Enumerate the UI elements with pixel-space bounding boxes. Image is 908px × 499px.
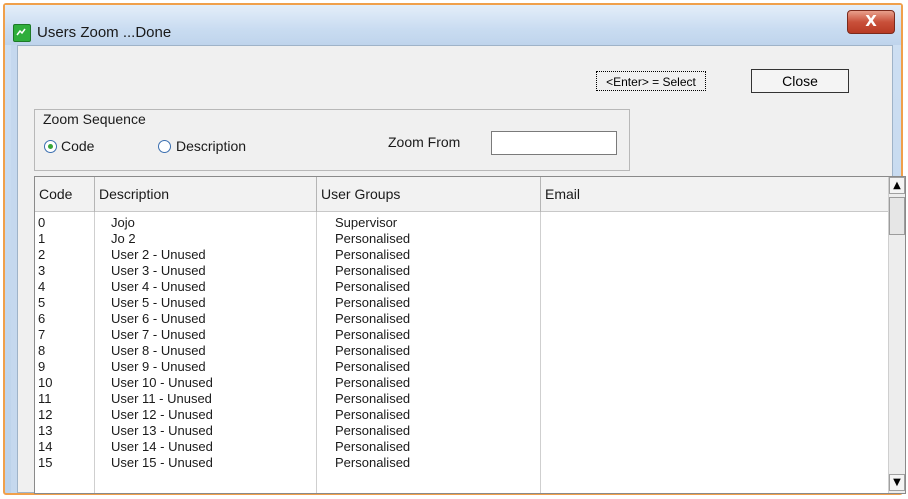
cell-user-group: Personalised (335, 423, 411, 438)
code-radio[interactable] (44, 140, 57, 153)
cell-code: 8 (38, 343, 46, 358)
cell-user-group: Personalised (335, 439, 411, 454)
grid-rows: 0 Jojo Supervisor 1 Jo 2 Personalised 2 User 2 … (35, 215, 891, 471)
cell-user-group: Personalised (335, 343, 411, 358)
scroll-thumb[interactable] (889, 197, 905, 235)
cell-description: User 2 - Unused (111, 247, 206, 262)
cell-code: 12 (38, 407, 53, 422)
table-row[interactable]: 0 Jojo Supervisor (35, 215, 891, 231)
table-row[interactable]: 14 User 14 - Unused Personalised (35, 439, 891, 455)
users-zoom-window: Users Zoom ...Done X <Enter> = Select Cl… (3, 3, 906, 495)
code-radio-label[interactable]: Code (61, 138, 94, 154)
cell-code: 14 (38, 439, 53, 454)
cell-description: Jo 2 (111, 231, 136, 246)
cell-user-group: Personalised (335, 407, 411, 422)
cell-code: 10 (38, 375, 53, 390)
table-row[interactable]: 12 User 12 - Unused Personalised (35, 407, 891, 423)
cell-code: 9 (38, 359, 46, 374)
cell-user-group: Personalised (335, 311, 411, 326)
table-row[interactable]: 6 User 6 - Unused Personalised (35, 311, 891, 327)
cell-description: User 15 - Unused (111, 455, 213, 470)
scroll-up-icon[interactable]: ▲ (889, 177, 905, 194)
users-grid[interactable]: Code Description User Groups Email 0 Jojo… (34, 176, 906, 494)
cell-user-group: Personalised (335, 391, 411, 406)
cell-description: User 8 - Unused (111, 343, 206, 358)
cell-description: User 11 - Unused (111, 391, 212, 406)
cell-user-group: Personalised (335, 359, 411, 374)
cell-description: User 12 - Unused (111, 407, 213, 422)
close-button[interactable]: Close (751, 69, 849, 93)
cell-code: 3 (38, 263, 46, 278)
cell-user-group: Personalised (335, 231, 411, 246)
cell-description: User 3 - Unused (111, 263, 206, 278)
cell-description: User 6 - Unused (111, 311, 206, 326)
cell-description: User 7 - Unused (111, 327, 206, 342)
cell-code: 4 (38, 279, 46, 294)
table-row[interactable]: 4 User 4 - Unused Personalised (35, 279, 891, 295)
cell-code: 1 (38, 231, 46, 246)
title-bar[interactable]: Users Zoom ...Done X (5, 5, 901, 45)
table-row[interactable]: 1 Jo 2 Personalised (35, 231, 891, 247)
grid-header: Code Description User Groups Email (35, 177, 891, 212)
scroll-down-icon[interactable]: ▼ (889, 474, 905, 491)
window-title: Users Zoom ...Done (37, 24, 172, 41)
zoom-from-input[interactable] (491, 131, 617, 155)
cell-description: User 4 - Unused (111, 279, 206, 294)
column-header-email[interactable]: Email (541, 177, 891, 212)
window-close-icon[interactable]: X (847, 10, 895, 34)
description-radio-label[interactable]: Description (176, 138, 246, 154)
cell-description: User 5 - Unused (111, 295, 206, 310)
cell-description: User 10 - Unused (111, 375, 213, 390)
cell-user-group: Personalised (335, 279, 411, 294)
cell-user-group: Personalised (335, 247, 411, 262)
cell-user-group: Supervisor (335, 215, 398, 230)
table-row[interactable]: 10 User 10 - Unused Personalised (35, 375, 891, 391)
zoom-from-label: Zoom From (388, 134, 461, 150)
cell-description: Jojo (111, 215, 135, 230)
table-row[interactable]: 11 User 11 - Unused Personalised (35, 391, 891, 407)
table-row[interactable]: 2 User 2 - Unused Personalised (35, 247, 891, 263)
cell-code: 7 (38, 327, 46, 342)
cell-user-group: Personalised (335, 295, 411, 310)
select-button[interactable]: <Enter> = Select (596, 71, 706, 91)
cell-code: 15 (38, 455, 53, 470)
cell-user-group: Personalised (335, 375, 411, 390)
client-area: <Enter> = Select Close Zoom Sequence Cod… (17, 45, 906, 494)
table-row[interactable]: 13 User 13 - Unused Personalised (35, 423, 891, 439)
table-row[interactable]: 9 User 9 - Unused Personalised (35, 359, 891, 375)
app-icon (13, 24, 31, 42)
cell-code: 11 (38, 391, 52, 406)
cell-code: 0 (38, 215, 46, 230)
column-header-user-groups[interactable]: User Groups (317, 177, 541, 212)
cell-description: User 14 - Unused (111, 439, 213, 454)
zoom-sequence-legend: Zoom Sequence (40, 111, 149, 127)
cell-user-group: Personalised (335, 455, 411, 470)
column-header-description[interactable]: Description (95, 177, 317, 212)
table-row[interactable]: 5 User 5 - Unused Personalised (35, 295, 891, 311)
cell-user-group: Personalised (335, 327, 411, 342)
description-radio[interactable] (158, 140, 171, 153)
vertical-scrollbar[interactable]: ▲ ▼ (888, 177, 905, 493)
table-row[interactable]: 3 User 3 - Unused Personalised (35, 263, 891, 279)
cell-code: 2 (38, 247, 46, 262)
cell-user-group: Personalised (335, 263, 411, 278)
table-row[interactable]: 15 User 15 - Unused Personalised (35, 455, 891, 471)
cell-code: 13 (38, 423, 53, 438)
cell-description: User 13 - Unused (111, 423, 213, 438)
table-row[interactable]: 7 User 7 - Unused Personalised (35, 327, 891, 343)
cell-code: 5 (38, 295, 46, 310)
column-header-code[interactable]: Code (35, 177, 95, 212)
cell-code: 6 (38, 311, 46, 326)
cell-description: User 9 - Unused (111, 359, 206, 374)
table-row[interactable]: 8 User 8 - Unused Personalised (35, 343, 891, 359)
